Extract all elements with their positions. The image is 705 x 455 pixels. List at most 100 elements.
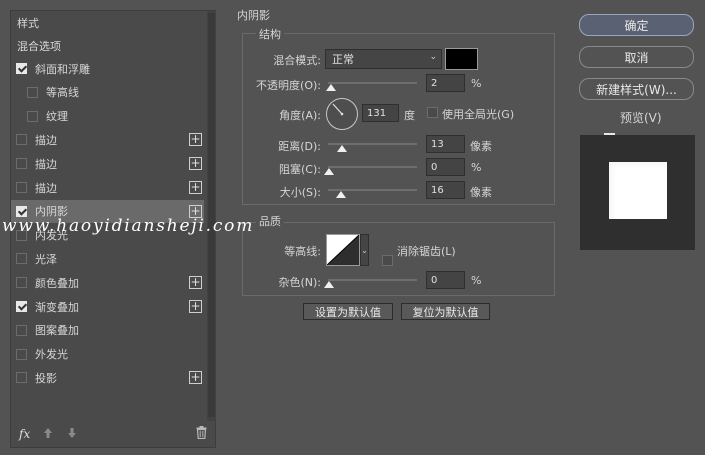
chevron-down-icon: ⌄ <box>429 52 437 62</box>
style-item[interactable]: 纹理 <box>11 105 204 128</box>
fx-button[interactable]: fx <box>19 427 30 441</box>
style-item-checkbox[interactable] <box>16 63 27 74</box>
global-light-label[interactable]: 使用全局光(G) <box>442 106 514 122</box>
reset-default-button[interactable]: 复位为默认值 <box>401 303 490 320</box>
choke-label: 阻塞(C): <box>279 163 321 176</box>
style-item-label: 颜色叠加 <box>35 276 79 290</box>
style-item[interactable]: 投影 + <box>11 366 204 389</box>
blend-options-item[interactable]: 混合选项 <box>11 34 204 57</box>
distance-unit: 像素 <box>470 140 492 153</box>
choke-slider-thumb[interactable] <box>324 168 334 175</box>
choke-unit: % <box>471 161 482 174</box>
add-icon[interactable]: + <box>189 276 202 290</box>
style-item-label: 斜面和浮雕 <box>35 62 90 76</box>
distance-input[interactable]: 13 <box>426 135 465 153</box>
opacity-input[interactable]: 2 <box>426 74 465 92</box>
distance-slider-thumb[interactable] <box>337 145 347 152</box>
style-item-label: 渐变叠加 <box>35 300 79 314</box>
style-item-checkbox[interactable] <box>16 348 27 360</box>
style-item-label: 描边 <box>35 133 57 147</box>
style-item-checkbox[interactable] <box>27 86 38 98</box>
noise-slider-track[interactable] <box>328 279 417 281</box>
style-item-checkbox[interactable] <box>16 182 27 193</box>
styles-footer: fx <box>11 423 215 447</box>
noise-input[interactable]: 0 <box>426 271 465 289</box>
style-item[interactable]: 等高线 <box>11 81 204 104</box>
styles-header[interactable]: 样式 <box>11 11 204 34</box>
style-item-label: 投影 <box>35 371 57 385</box>
style-item[interactable]: 渐变叠加 + <box>11 295 204 318</box>
add-icon[interactable]: + <box>189 181 202 194</box>
global-light-checkbox[interactable] <box>427 107 438 118</box>
contour-label: 等高线: <box>284 245 321 258</box>
add-icon[interactable]: + <box>189 300 202 313</box>
size-input[interactable]: 16 <box>426 181 465 199</box>
style-item[interactable]: 描边 + <box>11 128 204 151</box>
style-item-checkbox[interactable] <box>16 158 27 170</box>
preview-shape <box>609 162 667 219</box>
noise-slider-thumb[interactable] <box>324 281 334 288</box>
opacity-unit: % <box>471 77 482 90</box>
style-item-label: 等高线 <box>46 86 79 100</box>
arrow-down-icon[interactable] <box>67 427 77 442</box>
blend-mode-label: 混合模式: <box>273 54 321 67</box>
blend-mode-value: 正常 <box>332 53 354 66</box>
style-item[interactable]: 描边 + <box>11 176 204 199</box>
opacity-slider-track[interactable] <box>328 82 417 84</box>
add-icon[interactable]: + <box>189 133 202 147</box>
angle-unit: 度 <box>404 109 415 122</box>
trash-icon[interactable] <box>196 426 207 442</box>
style-item-label: 外发光 <box>35 348 68 362</box>
watermark-text: www.haoyidiansheji.com <box>2 216 255 236</box>
style-item[interactable]: 描边 + <box>11 152 204 175</box>
anti-alias-label[interactable]: 消除锯齿(L) <box>397 243 456 259</box>
add-icon[interactable]: + <box>189 371 202 385</box>
style-item-checkbox[interactable] <box>16 372 27 384</box>
contour-dropdown-chevron-icon[interactable]: ⌄ <box>360 234 369 266</box>
angle-input[interactable]: 131 <box>362 104 399 122</box>
style-item[interactable]: 斜面和浮雕 <box>11 57 204 80</box>
new-style-button[interactable]: 新建样式(W)... <box>579 78 694 100</box>
blend-mode-dropdown[interactable]: 正常 ⌄ <box>325 49 442 69</box>
noise-label: 杂色(N): <box>278 276 321 289</box>
opacity-label: 不透明度(O): <box>256 79 321 92</box>
style-item-checkbox[interactable] <box>16 253 27 265</box>
style-item[interactable]: 图案叠加 <box>11 319 204 342</box>
choke-slider-track[interactable] <box>328 166 417 168</box>
style-item-label: 图案叠加 <box>35 324 79 338</box>
preview-thumbnail <box>580 135 695 250</box>
size-unit: 像素 <box>470 186 492 199</box>
styles-list-scroll-thumb[interactable] <box>208 13 215 417</box>
choke-input[interactable]: 0 <box>426 158 465 176</box>
ok-button[interactable]: 确定 <box>579 14 694 36</box>
arrow-up-icon[interactable] <box>43 427 53 442</box>
add-icon[interactable]: + <box>189 157 202 171</box>
style-item-label: 纹理 <box>46 110 68 124</box>
cancel-button[interactable]: 取消 <box>579 46 694 68</box>
style-item-checkbox[interactable] <box>16 324 27 336</box>
style-item[interactable]: 光泽 <box>11 247 204 270</box>
style-item-checkbox[interactable] <box>16 301 27 312</box>
style-item-label: 描边 <box>35 181 57 195</box>
angle-label: 角度(A): <box>279 109 321 122</box>
style-item-checkbox[interactable] <box>16 134 27 146</box>
style-item-checkbox[interactable] <box>27 110 38 122</box>
size-slider-thumb[interactable] <box>336 191 346 198</box>
make-default-button[interactable]: 设置为默认值 <box>303 303 393 320</box>
style-item-label: 光泽 <box>35 252 57 266</box>
shadow-color-swatch[interactable] <box>445 48 478 70</box>
contour-preview[interactable] <box>326 234 360 266</box>
preview-label[interactable]: 预览(V) <box>620 109 662 126</box>
noise-unit: % <box>471 274 482 287</box>
style-item[interactable]: 颜色叠加 + <box>11 271 204 294</box>
anti-alias-checkbox[interactable] <box>382 255 393 266</box>
style-item-checkbox[interactable] <box>16 277 27 289</box>
style-item[interactable]: 外发光 <box>11 343 204 366</box>
size-label: 大小(S): <box>279 186 321 199</box>
structure-title: 结构 <box>256 26 284 42</box>
style-item-label: 描边 <box>35 157 57 171</box>
quality-title: 品质 <box>256 213 284 229</box>
inner-shadow-title: 内阴影 <box>237 9 270 22</box>
angle-dial[interactable] <box>325 97 359 134</box>
opacity-slider-thumb[interactable] <box>326 84 336 91</box>
